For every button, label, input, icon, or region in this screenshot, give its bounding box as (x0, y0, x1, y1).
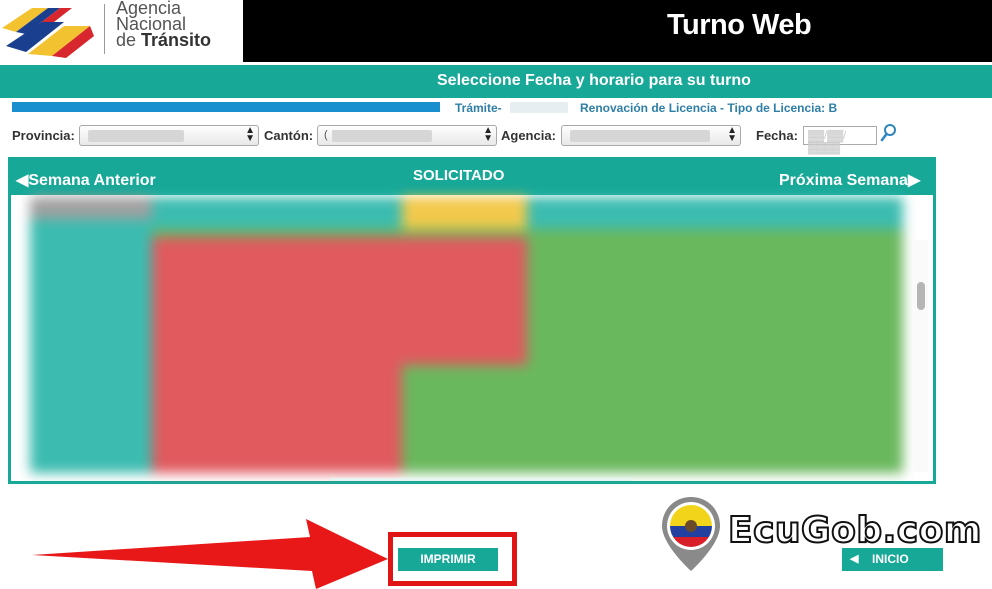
chevron-right-icon: ▶ (907, 172, 921, 189)
canton-value-redacted (332, 130, 432, 142)
canton-label: Cantón: (264, 128, 314, 143)
print-button[interactable]: IMPRIMIR (398, 548, 498, 571)
grid-header-today (402, 197, 527, 229)
decorative-line (330, 478, 630, 481)
ant-logo: Agencia Nacional de Tránsito (0, 0, 243, 62)
grid-header-gray (30, 197, 152, 219)
select-arrows-icon: ▲ ▼ (245, 125, 255, 144)
next-week-label: Próxima Semana (779, 172, 908, 189)
screen: Agencia Nacional de Tránsito Turno Web S… (0, 0, 992, 589)
page-subtitle: Seleccione Fecha y horario para su turno (437, 72, 751, 89)
app-title: Turno Web (667, 9, 812, 41)
magnifier-icon[interactable] (880, 123, 898, 143)
header-bar: Turno Web (243, 0, 992, 62)
tramite-id-redacted (510, 102, 568, 113)
agencia-label: Agencia: (501, 128, 556, 143)
ecuador-pin-icon (662, 497, 720, 571)
watermark-text: EcuGob.com (727, 509, 982, 552)
select-arrows-icon: ▲ ▼ (483, 125, 493, 144)
org-line-3-prefix: de (116, 30, 142, 50)
progress-bar (12, 102, 440, 112)
agencia-select[interactable]: ▲ ▼ (561, 125, 741, 146)
grid-scrollbar[interactable] (914, 240, 928, 472)
grid-time-column (30, 229, 152, 473)
fecha-value-redacted: ▓▓/▓▓/▓▓▓▓ (808, 130, 847, 154)
provincia-value-redacted (88, 130, 184, 142)
grid-booked-block-2 (402, 237, 527, 365)
agencia-value-redacted (570, 130, 710, 142)
canton-select[interactable]: ( ▲ ▼ (317, 125, 497, 146)
next-week-button[interactable]: Próxima Semana▶ (779, 170, 920, 190)
select-arrows-icon: ▲ ▼ (727, 125, 737, 144)
schedule-grid-blurred (30, 197, 903, 473)
prev-week-button[interactable]: ◀Semana Anterior (16, 170, 156, 190)
org-name: Agencia Nacional de Tránsito (116, 0, 212, 50)
provincia-select[interactable]: ▲ ▼ (79, 125, 259, 146)
tramite-description: Renovación de Licencia - Tipo de Licenci… (580, 101, 838, 115)
canton-value-fragment: ( (324, 129, 328, 141)
red-arrow-icon (32, 519, 388, 589)
home-button[interactable]: ◀ INICIO (842, 548, 943, 571)
status-label: SOLICITADO (413, 167, 505, 184)
chevron-left-icon: ◀ (850, 553, 859, 565)
prev-week-label: Semana Anterior (28, 172, 156, 189)
chevron-left-icon: ◀ (16, 172, 29, 189)
ant-logo-icon (2, 8, 94, 58)
fecha-label: Fecha: (756, 128, 798, 143)
grid-booked-block-1 (152, 237, 402, 473)
home-label: INICIO (872, 552, 909, 566)
subtitle-bar: Seleccione Fecha y horario para su turno (0, 65, 992, 98)
provincia-label: Provincia: (12, 128, 75, 143)
fecha-input[interactable]: ▓▓/▓▓/▓▓▓▓ (803, 126, 877, 154)
org-line-3: de Tránsito (116, 30, 212, 50)
org-line-3-bold: Tránsito (141, 30, 212, 50)
tramite-label: Trámite- (455, 101, 502, 115)
logo-divider (104, 4, 105, 54)
grid-scrollbar-thumb[interactable] (917, 282, 925, 310)
